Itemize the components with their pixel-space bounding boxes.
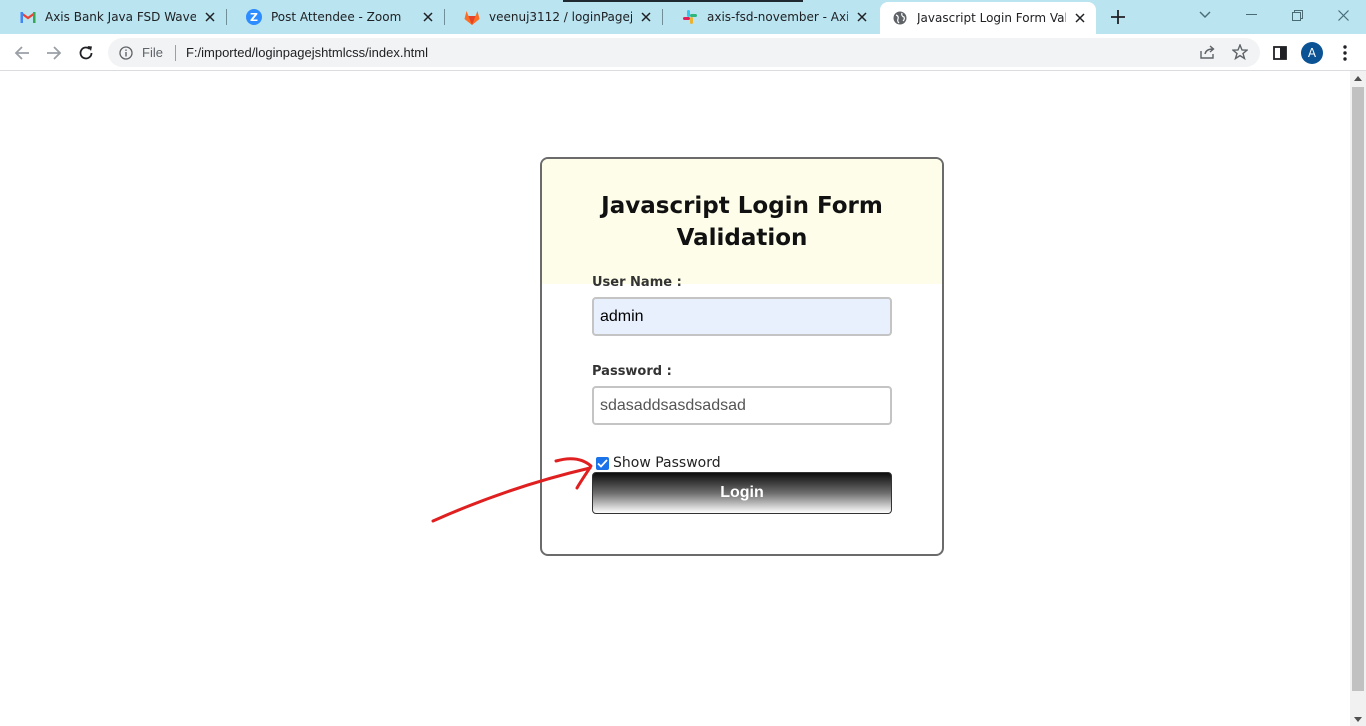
gmail-icon	[20, 9, 36, 25]
reload-button[interactable]	[74, 41, 98, 65]
login-button[interactable]: Login	[592, 472, 892, 514]
tab-title: veenuj3112 / loginPagejshtm	[489, 10, 632, 24]
tab-search-button[interactable]	[1182, 0, 1228, 30]
tab-strip: Axis Bank Java FSD Wave 3 - I Z Post Att…	[0, 0, 1366, 34]
close-window-button[interactable]	[1320, 0, 1366, 30]
login-card: Javascript Login Form Validation User Na…	[540, 157, 944, 556]
close-icon[interactable]	[202, 9, 218, 25]
info-icon[interactable]	[118, 45, 134, 61]
close-icon[interactable]	[854, 9, 870, 25]
username-input[interactable]: admin	[592, 297, 892, 336]
url-scheme-label: File	[142, 45, 163, 60]
password-label: Password :	[592, 364, 672, 379]
zoom-icon: Z	[246, 9, 262, 25]
tab-title: Post Attendee - Zoom	[271, 10, 402, 24]
arrow-right-icon	[47, 46, 62, 60]
scroll-up-arrow[interactable]	[1354, 76, 1362, 81]
minimize-button[interactable]	[1228, 0, 1274, 30]
page-title: Javascript Login Form Validation	[601, 193, 883, 251]
checkmark-icon	[597, 458, 608, 468]
show-password-checkbox[interactable]	[596, 456, 609, 470]
side-panel-button[interactable]	[1268, 41, 1292, 65]
tab-title: Axis Bank Java FSD Wave 3 - I	[45, 10, 196, 24]
restore-button[interactable]	[1274, 0, 1320, 30]
page-scrollbar[interactable]	[1350, 71, 1366, 726]
minimize-icon	[1245, 14, 1257, 15]
password-input[interactable]: sdasaddsasdsadsad	[592, 386, 892, 425]
close-icon[interactable]	[638, 9, 654, 25]
globe-icon	[892, 10, 908, 26]
tab-login-form[interactable]: Javascript Login Form Validat	[880, 2, 1096, 34]
new-tab-button[interactable]	[1108, 7, 1128, 27]
arrow-left-icon	[14, 46, 29, 60]
profile-avatar[interactable]: A	[1301, 42, 1323, 64]
show-password-label: Show Password	[613, 455, 721, 471]
kebab-menu-icon	[1343, 45, 1347, 61]
restore-icon	[1291, 9, 1303, 21]
bookmark-button[interactable]	[1229, 41, 1251, 63]
close-icon[interactable]	[1072, 10, 1088, 26]
username-label: User Name :	[592, 275, 682, 290]
back-button[interactable]	[10, 41, 34, 65]
side-panel-icon	[1273, 46, 1287, 60]
svg-text:Z: Z	[250, 11, 258, 24]
share-button[interactable]	[1197, 41, 1219, 63]
gitlab-icon	[464, 9, 480, 25]
show-password-toggle[interactable]: Show Password	[596, 455, 721, 471]
page-viewport: Javascript Login Form Validation User Na…	[0, 71, 1350, 726]
tab-title: Javascript Login Form Validat	[917, 11, 1066, 25]
close-icon[interactable]	[420, 9, 436, 25]
username-value: admin	[600, 307, 644, 325]
tab-gmail[interactable]: Axis Bank Java FSD Wave 3 - I	[0, 0, 226, 34]
password-value: sdasaddsasdsadsad	[600, 396, 746, 414]
tab-gitlab[interactable]: veenuj3112 / loginPagejshtm	[444, 0, 662, 34]
menu-button[interactable]	[1333, 41, 1357, 65]
star-icon	[1232, 44, 1248, 60]
close-icon	[1337, 9, 1349, 21]
forward-button[interactable]	[42, 41, 66, 65]
scrollbar-thumb[interactable]	[1352, 87, 1364, 691]
url-text[interactable]: F:/imported/loginpagejshtmlcss/index.htm…	[186, 45, 428, 60]
tab-slack[interactable]: axis-fsd-november - Axis Ban	[662, 0, 878, 34]
browser-toolbar: File F:/imported/loginpagejshtmlcss/inde…	[0, 34, 1366, 71]
tab-title: axis-fsd-november - Axis Ban	[707, 10, 848, 24]
plus-icon	[1111, 10, 1125, 24]
address-bar[interactable]: File F:/imported/loginpagejshtmlcss/inde…	[108, 38, 1260, 67]
tab-zoom[interactable]: Z Post Attendee - Zoom	[226, 0, 444, 34]
scroll-down-arrow[interactable]	[1354, 717, 1362, 722]
slack-icon	[682, 9, 698, 25]
omnibox-divider	[174, 44, 176, 61]
chevron-down-icon	[1199, 11, 1211, 18]
reload-icon	[79, 46, 93, 60]
share-icon	[1200, 45, 1215, 59]
